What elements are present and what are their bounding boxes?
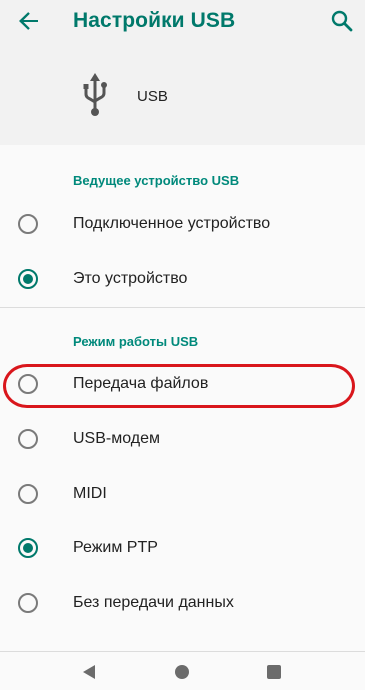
radio-checked-icon[interactable]: [18, 269, 38, 289]
radio-unchecked-icon[interactable]: [18, 593, 38, 613]
page-title: Настройки USB: [73, 9, 236, 32]
radio-option-ptp[interactable]: Режим PTP: [0, 521, 365, 575]
device-label: USB: [137, 88, 168, 105]
nav-recents-icon[interactable]: [267, 665, 281, 679]
nav-home-icon[interactable]: [175, 665, 189, 679]
option-label: Без передачи данных: [73, 594, 234, 611]
app-header: Настройки USB USB: [0, 0, 365, 145]
arrow-left-icon: [19, 12, 38, 30]
option-label: Подключенное устройство: [73, 215, 271, 232]
radio-option-usb-modem[interactable]: USB-модем: [0, 412, 365, 466]
system-navbar: [0, 652, 365, 690]
search-icon: [331, 10, 353, 32]
section-divider: [0, 307, 365, 308]
radio-checked-icon[interactable]: [18, 538, 38, 558]
option-label: Это устройство: [73, 270, 188, 287]
option-label: Режим PTP: [73, 539, 158, 556]
usb-icon: [80, 71, 110, 119]
option-label: MIDI: [73, 485, 107, 502]
radio-unchecked-icon[interactable]: [18, 429, 38, 449]
option-label: Передача файлов: [73, 375, 209, 392]
section-header-host: Ведущее устройство USB: [73, 173, 240, 188]
section-header-mode: Режим работы USB: [73, 334, 199, 349]
radio-option-no-data[interactable]: Без передачи данных: [0, 576, 365, 630]
radio-option-file-transfer[interactable]: Передача файлов: [0, 357, 365, 411]
radio-option-midi[interactable]: MIDI: [0, 467, 365, 521]
radio-option-connected-device[interactable]: Подключенное устройство: [0, 197, 365, 251]
radio-option-this-device[interactable]: Это устройство: [0, 252, 365, 306]
search-button[interactable]: [327, 6, 357, 36]
radio-unchecked-icon[interactable]: [18, 484, 38, 504]
back-button[interactable]: [14, 6, 44, 36]
radio-unchecked-icon[interactable]: [18, 374, 38, 394]
option-label: USB-модем: [73, 430, 161, 447]
nav-back-icon[interactable]: [82, 664, 96, 680]
radio-unchecked-icon[interactable]: [18, 214, 38, 234]
